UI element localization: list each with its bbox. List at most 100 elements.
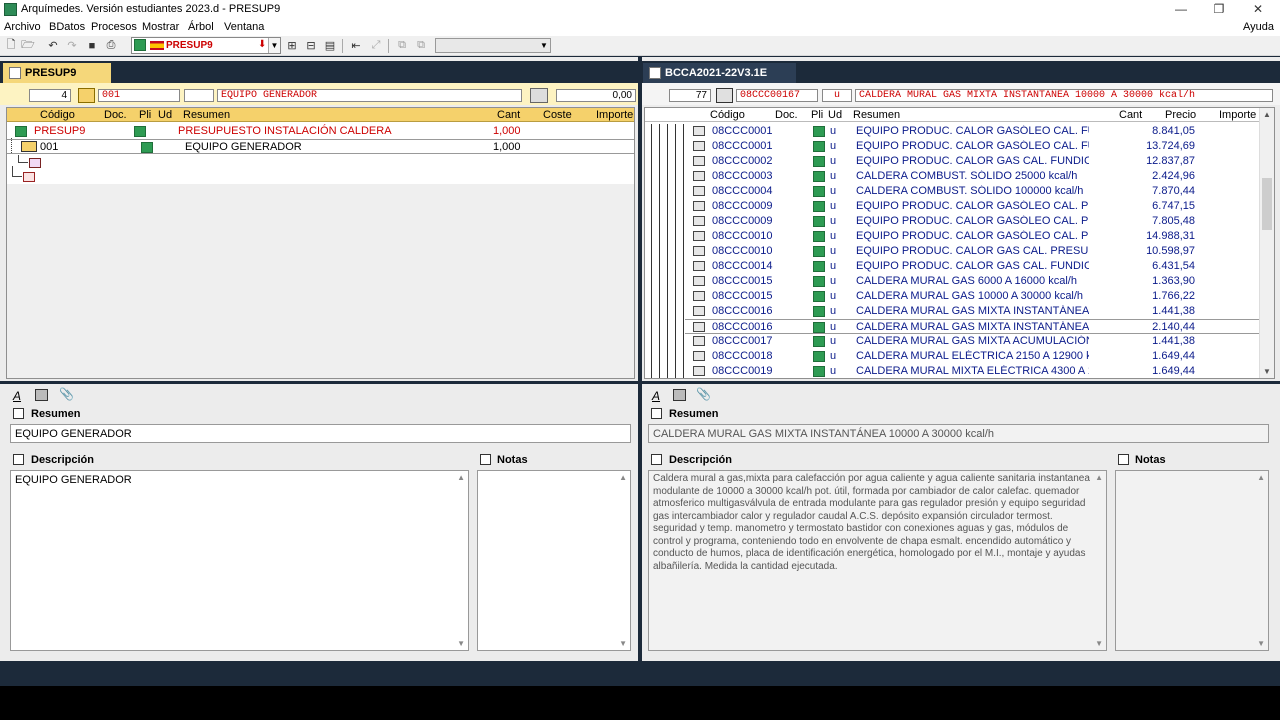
budget-selector[interactable]: PRESUP9 ⬇ ▼ [131,37,281,54]
scroll-up-icon[interactable]: ▲ [457,473,465,482]
save-icon[interactable]: ■ [84,38,100,53]
col-importe[interactable]: Importe [1219,109,1256,121]
resumen-input[interactable]: EQUIPO GENERADOR [10,424,631,443]
descripcion-textarea[interactable]: Caldera mural a gas,mixta para calefacci… [648,470,1107,651]
menu-bdatos[interactable]: BDatos [49,21,85,33]
chevron-down-icon[interactable]: ▼ [268,38,280,53]
tab-bcca[interactable]: BCCA2021-22V3.1E [643,63,796,83]
redo-icon[interactable]: ↷ [64,38,80,53]
image-icon[interactable] [673,389,686,401]
tree-collapse-icon[interactable]: ⇤ [348,38,364,53]
table-row[interactable]: 08CCC0016 u CALDERA MURAL GAS MIXTA INSTAN… [685,304,1259,319]
count-field[interactable]: 77 [669,89,711,102]
scroll-down-icon[interactable]: ▼ [457,639,465,648]
table-row[interactable]: 08CCC0009 u EQUIPO PRODUC. CALOR GASÓLEO C… [685,214,1259,229]
document-icon[interactable]: ▤ [322,38,338,53]
unit-field[interactable]: u [822,89,852,102]
code-field[interactable]: 001 [98,89,180,102]
code-field[interactable]: 08CCC00167 [736,89,818,102]
folder-icon[interactable] [78,88,95,103]
text-format-icon[interactable]: A [652,389,660,403]
col-coste[interactable]: Coste [543,109,572,121]
insert-icon[interactable]: ⊟ [303,38,319,53]
notas-textarea[interactable]: ▲ ▼ [477,470,631,651]
scroll-down-icon[interactable]: ▼ [619,639,627,648]
col-cant[interactable]: Cant [497,109,520,121]
open-folder-icon[interactable]: 🗁 [20,38,36,53]
text-format-icon[interactable]: A [13,389,21,403]
col-resumen[interactable]: Resumen [853,109,900,121]
col-ud[interactable]: Ud [828,109,842,121]
chart-icon[interactable]: ⤢ [368,38,384,53]
scroll-down-icon[interactable]: ▼ [1095,639,1103,648]
table-row[interactable]: 08CCC0015 u CALDERA MURAL GAS 6000 A 16000… [685,274,1259,289]
table-row[interactable]: 08CCC0002 u EQUIPO PRODUC. CALOR GAS CAL. … [685,154,1259,169]
close-button[interactable]: ✕ [1249,2,1267,18]
new-item-icon[interactable] [29,158,41,168]
scroll-up-icon[interactable]: ▲ [1095,473,1103,482]
add-node-icon[interactable]: ⊞ [284,38,300,53]
table-row[interactable]: 08CCC0018 u CALDERA MURAL ELÉCTRICA 2150 A… [685,349,1259,364]
window-cascade-icon[interactable]: ⧉ [413,38,429,53]
unit-field[interactable] [184,89,214,102]
new-file-icon[interactable]: 🗋 [3,38,19,53]
menu-ventana[interactable]: Ventana [224,21,264,33]
print-icon[interactable]: ⎙ [103,38,119,53]
window-tile-icon[interactable]: ⧉ [394,38,410,53]
scrollbar-thumb[interactable] [1262,178,1272,230]
scroll-up-icon[interactable]: ▲ [1257,473,1265,482]
col-cant[interactable]: Cant [1119,109,1142,121]
resumen-input[interactable]: CALDERA MURAL GAS MIXTA INSTANTÁNEA 1000… [648,424,1269,443]
amount-field[interactable]: 0,00 [556,89,636,102]
chapter-folder-icon[interactable] [21,141,37,152]
table-row[interactable]: 001 EQUIPO GENERADOR 1,000 [7,138,634,154]
col-ud[interactable]: Ud [158,109,172,121]
minimize-button[interactable]: — [1172,2,1190,18]
table-row[interactable]: 08CCC0003 u CALDERA COMBUST. SÓLIDO 25000 … [685,169,1259,184]
new-chapter-icon[interactable] [23,172,35,182]
scroll-up-icon[interactable]: ▲ [1263,110,1271,119]
summary-field[interactable]: EQUIPO GENERADOR [217,89,522,102]
menu-archivo[interactable]: Archivo [4,21,41,33]
menu-ayuda[interactable]: Ayuda [1243,21,1274,33]
image-icon[interactable] [35,389,48,401]
notas-textarea[interactable]: ▲ ▼ [1115,470,1269,651]
table-row[interactable]: 08CCC0001 u EQUIPO PRODUC. CALOR GASÓLEO C… [685,139,1259,154]
level-field[interactable]: 4 [29,89,71,102]
scroll-down-icon[interactable]: ▼ [1257,639,1265,648]
table-row[interactable]: PRESUP9 PRESUPUESTO INSTALACIÓN CALDERA … [7,124,634,139]
table-row[interactable]: 08CCC0010 u EQUIPO PRODUC. CALOR GAS CAL. … [685,244,1259,259]
col-doc[interactable]: Doc. [775,109,798,121]
col-pli[interactable]: Pli [811,109,823,121]
col-precio[interactable]: Precio [1165,109,1196,121]
table-row[interactable]: 08CCC0015 u CALDERA MURAL GAS 10000 A 3000… [685,289,1259,304]
chevron-down-icon[interactable]: ▼ [538,39,550,52]
table-row[interactable]: 08CCC0016 u CALDERA MURAL GAS MIXTA INSTAN… [685,319,1259,334]
scroll-up-icon[interactable]: ▲ [619,473,627,482]
col-resumen[interactable]: Resumen [183,109,230,121]
col-codigo[interactable]: Código [40,109,75,121]
toolbar-combo[interactable]: ▼ [435,38,551,53]
attachment-icon[interactable]: 📎 [696,387,711,401]
col-importe[interactable]: Importe [596,109,633,121]
budget-icon[interactable] [530,88,548,103]
summary-field[interactable]: CALDERA MURAL GAS MIXTA INSTANTÁNEA 1000… [855,89,1273,102]
undo-icon[interactable]: ↶ [45,38,61,53]
maximize-button[interactable]: ❐ [1210,2,1228,18]
table-row[interactable]: 08CCC0014 u EQUIPO PRODUC. CALOR GAS CAL. … [685,259,1259,274]
vertical-scrollbar[interactable]: ▲ ▼ [1259,108,1274,378]
menu-arbol[interactable]: Árbol [188,21,214,33]
col-codigo[interactable]: Código [710,109,745,121]
table-row[interactable]: 08CCC0017 u CALDERA MURAL GAS MIXTA ACUMUL… [685,334,1259,349]
table-row[interactable]: 08CCC0009 u EQUIPO PRODUC. CALOR GASÓLEO C… [685,199,1259,214]
table-row[interactable]: 08CCC0001 u EQUIPO PRODUC. CALOR GASÓLEO C… [685,124,1259,139]
menu-mostrar[interactable]: Mostrar [142,21,179,33]
table-row[interactable]: 08CCC0019 u CALDERA MURAL MIXTA ELÉCTRICA … [685,364,1259,378]
attachment-icon[interactable]: 📎 [59,387,74,401]
col-doc[interactable]: Doc. [104,109,127,121]
table-row[interactable]: 08CCC0010 u EQUIPO PRODUC. CALOR GASÓLEO C… [685,229,1259,244]
item-icon[interactable] [716,88,733,103]
descripcion-textarea[interactable]: EQUIPO GENERADOR ▲ ▼ [10,470,469,651]
table-row[interactable]: 08CCC0004 u CALDERA COMBUST. SÓLIDO 100000… [685,184,1259,199]
col-pli[interactable]: Pli [139,109,151,121]
